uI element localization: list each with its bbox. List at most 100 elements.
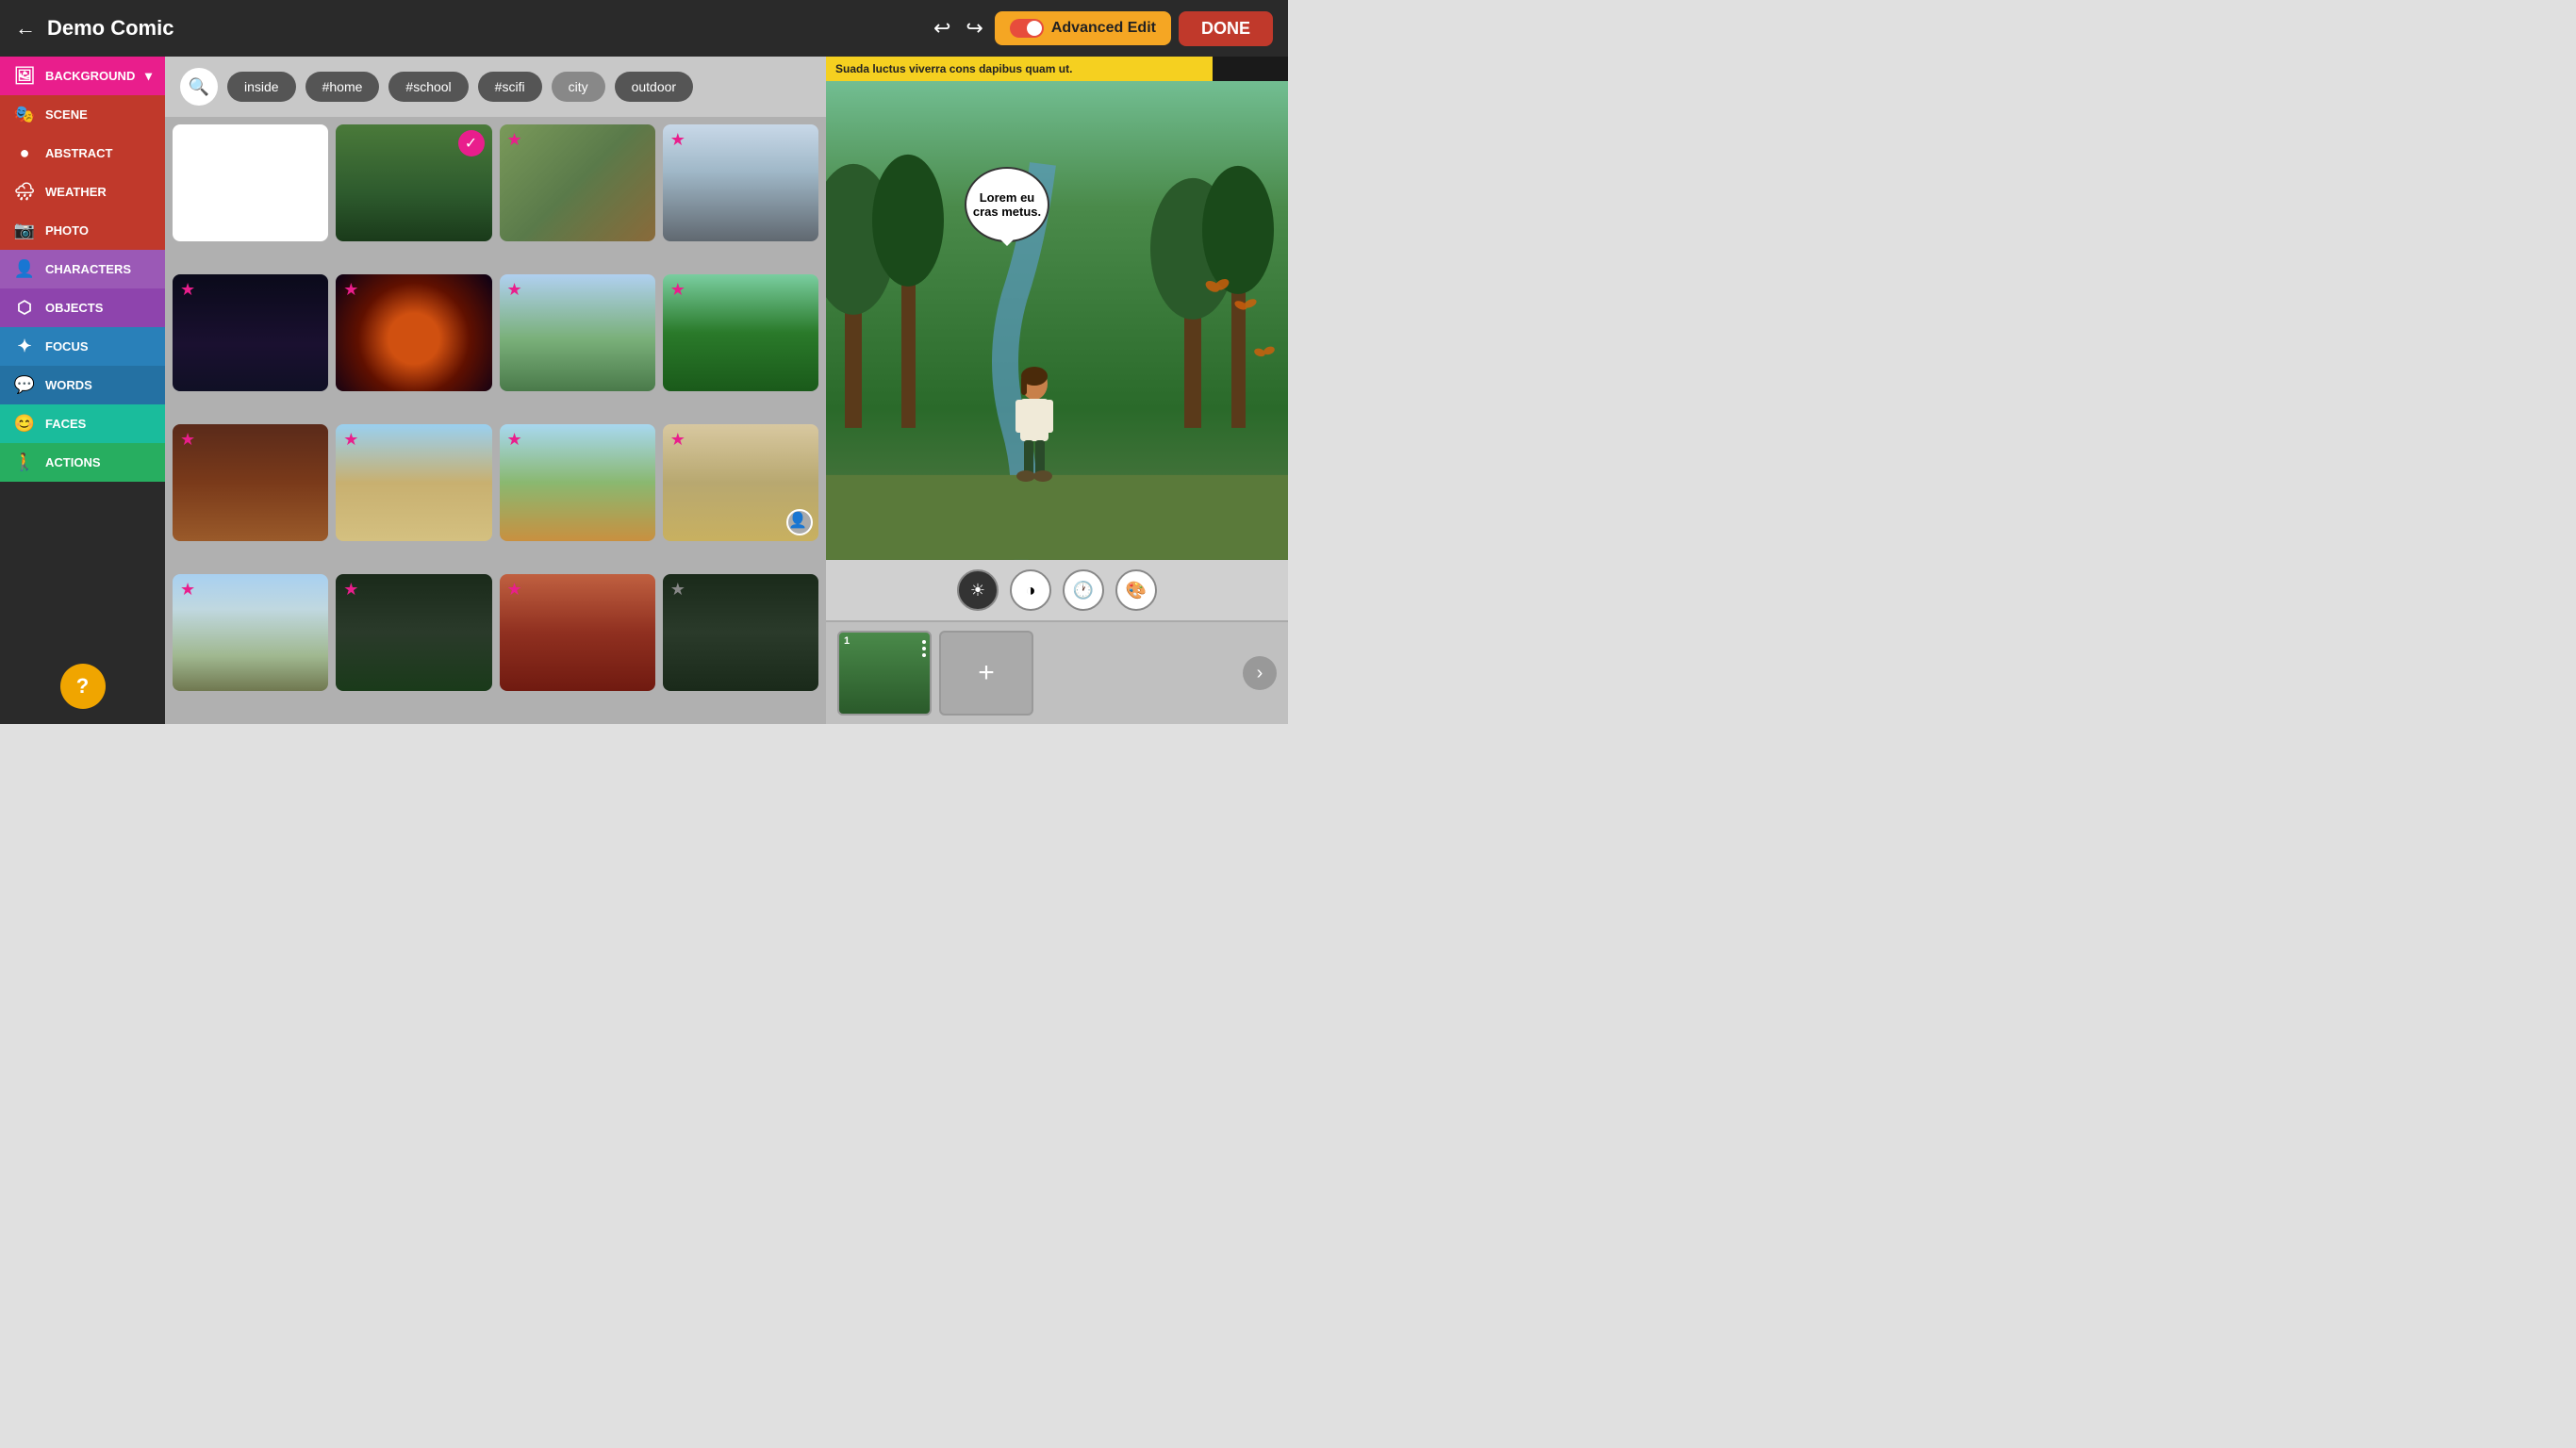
palette-button[interactable]: 🎨 [1115,569,1157,611]
characters-icon: 👤 [13,259,36,279]
add-frame-button[interactable]: + [939,631,1033,716]
sidebar-item-photo[interactable]: 📷 PHOTO [0,211,165,250]
sidebar-label-weather: WEATHER [45,185,107,199]
grid-item-5[interactable]: ★ [173,274,328,391]
sidebar-item-focus[interactable]: ✦ FOCUS [0,327,165,366]
header: ← Demo Comic ↩ ↪ Advanced Edit DONE [0,0,1288,57]
preview-caption-black [1213,57,1288,81]
brightness-button[interactable]: ☀ [957,569,999,611]
sidebar-item-weather[interactable]: 🌧 WEATHER [0,173,165,211]
advanced-edit-button[interactable]: Advanced Edit [995,11,1171,45]
favorite-star-icon: ★ [343,430,358,450]
sidebar-item-characters[interactable]: 👤 CHARACTERS [0,250,165,288]
sidebar-item-scene[interactable]: 🎭 SCENE [0,95,165,134]
comic-preview: Suada luctus viverra cons dapibus quam u… [826,57,1288,560]
sidebar-item-words[interactable]: 💬 WORDS [0,366,165,404]
sidebar-item-objects[interactable]: ⬡ OBJECTS [0,288,165,327]
grid-item-6[interactable]: ★ [336,274,491,391]
favorite-star-icon: ★ [507,430,522,450]
sidebar-label-faces: FACES [45,417,86,431]
grid-item-2[interactable]: ✓ [336,124,491,241]
sidebar-label-photo: PHOTO [45,223,89,238]
grid-item-7[interactable]: ★ [500,274,655,391]
tag-school[interactable]: #school [388,72,468,102]
scene-icon: 🎭 [13,105,36,124]
tag-inside[interactable]: inside [227,72,296,102]
grid-item-15[interactable]: ★ [500,574,655,691]
grid-item-8[interactable]: ★ [663,274,818,391]
search-button[interactable]: 🔍 [180,68,218,106]
grid-item-3[interactable]: ★ [500,124,655,241]
favorite-star-icon: ★ [343,580,358,600]
frame-number: 1 [844,635,850,647]
forest-background-svg [826,132,1288,560]
redo-button[interactable]: ↪ [962,12,986,44]
sidebar-label-words: WORDS [45,378,92,392]
filter-bar: 🔍 inside #home #school #scifi city outdo… [165,57,826,117]
tag-home[interactable]: #home [305,72,380,102]
favorite-star-icon: ★ [670,130,685,150]
grid-item-13[interactable]: ★ [173,574,328,691]
words-icon: 💬 [13,375,36,395]
sidebar-item-background[interactable]: 🖼 BACKGROUND ▾ [0,57,165,95]
preview-controls: ☀ ◑ 🕐 🎨 [826,560,1288,620]
undo-button[interactable]: ↩ [930,12,954,44]
help-button[interactable]: ? [60,664,106,709]
objects-icon: ⬡ [13,298,36,318]
star-gray-icon: ★ [670,580,685,600]
favorite-star-icon: ★ [180,430,195,450]
favorite-star-icon: ★ [670,280,685,300]
sidebar-bottom: ? [0,482,165,724]
character-figure [1001,367,1067,489]
sidebar-label-objects: OBJECTS [45,301,103,315]
history-button[interactable]: 🕐 [1063,569,1104,611]
avatar-badge: 👤 [786,509,813,535]
faces-icon: 😊 [13,414,36,434]
focus-icon: ✦ [13,337,36,356]
done-button[interactable]: DONE [1179,11,1273,46]
favorite-star-icon: ★ [180,580,195,600]
header-controls: ↩ ↪ Advanced Edit DONE [930,11,1273,46]
timeline-next-button[interactable]: › [1243,656,1277,690]
favorite-star-icon: ★ [507,280,522,300]
sidebar-item-abstract[interactable]: ● ABSTRACT [0,134,165,173]
sidebar-label-scene: SCENE [45,107,88,122]
speech-bubble: Lorem eu cras metus. [965,167,1049,242]
sidebar: 🖼 BACKGROUND ▾ 🎭 SCENE ● ABSTRACT 🌧 WEAT… [0,57,165,724]
weather-icon: 🌧 [13,182,36,202]
favorite-star-icon: ★ [507,580,522,600]
chevron-down-icon: ▾ [145,68,152,84]
timeline-frame-1[interactable]: 1 [837,631,932,716]
sidebar-item-actions[interactable]: 🚶 ACTIONS [0,443,165,482]
back-button[interactable]: ← [15,16,36,41]
favorite-star-icon: ★ [180,280,195,300]
grid-item-10[interactable]: ★ [336,424,491,541]
grid-item-1[interactable]: ☆ [173,124,328,241]
actions-icon: 🚶 [13,452,36,472]
favorite-star-icon: ★ [343,280,358,300]
selected-check-icon: ✓ [458,130,485,156]
content-area: 🔍 inside #home #school #scifi city outdo… [165,57,826,724]
tag-outdoor[interactable]: outdoor [615,72,693,102]
abstract-icon: ● [13,143,36,163]
background-grid: ☆ ✓ ★ ★ ★ ★ ★ ★ [165,117,826,724]
sidebar-label-abstract: ABSTRACT [45,146,113,160]
background-icon: 🖼 [13,66,36,86]
grid-item-16[interactable]: ★ [663,574,818,691]
grid-item-11[interactable]: ★ [500,424,655,541]
grid-item-12[interactable]: ★ 👤 [663,424,818,541]
preview-caption: Suada luctus viverra cons dapibus quam u… [826,57,1213,81]
tag-city[interactable]: city [552,72,605,102]
grid-item-9[interactable]: ★ [173,424,328,541]
advanced-edit-toggle [1010,19,1044,38]
sidebar-label-actions: ACTIONS [45,455,101,469]
sidebar-label-characters: CHARACTERS [45,262,131,276]
favorite-star-icon: ★ [507,130,522,150]
advanced-edit-label: Advanced Edit [1051,20,1156,37]
sidebar-item-faces[interactable]: 😊 FACES [0,404,165,443]
photo-icon: 📷 [13,221,36,240]
grid-item-4[interactable]: ★ [663,124,818,241]
grid-item-14[interactable]: ★ [336,574,491,691]
contrast-button[interactable]: ◑ [1010,569,1051,611]
tag-scifi[interactable]: #scifi [478,72,542,102]
